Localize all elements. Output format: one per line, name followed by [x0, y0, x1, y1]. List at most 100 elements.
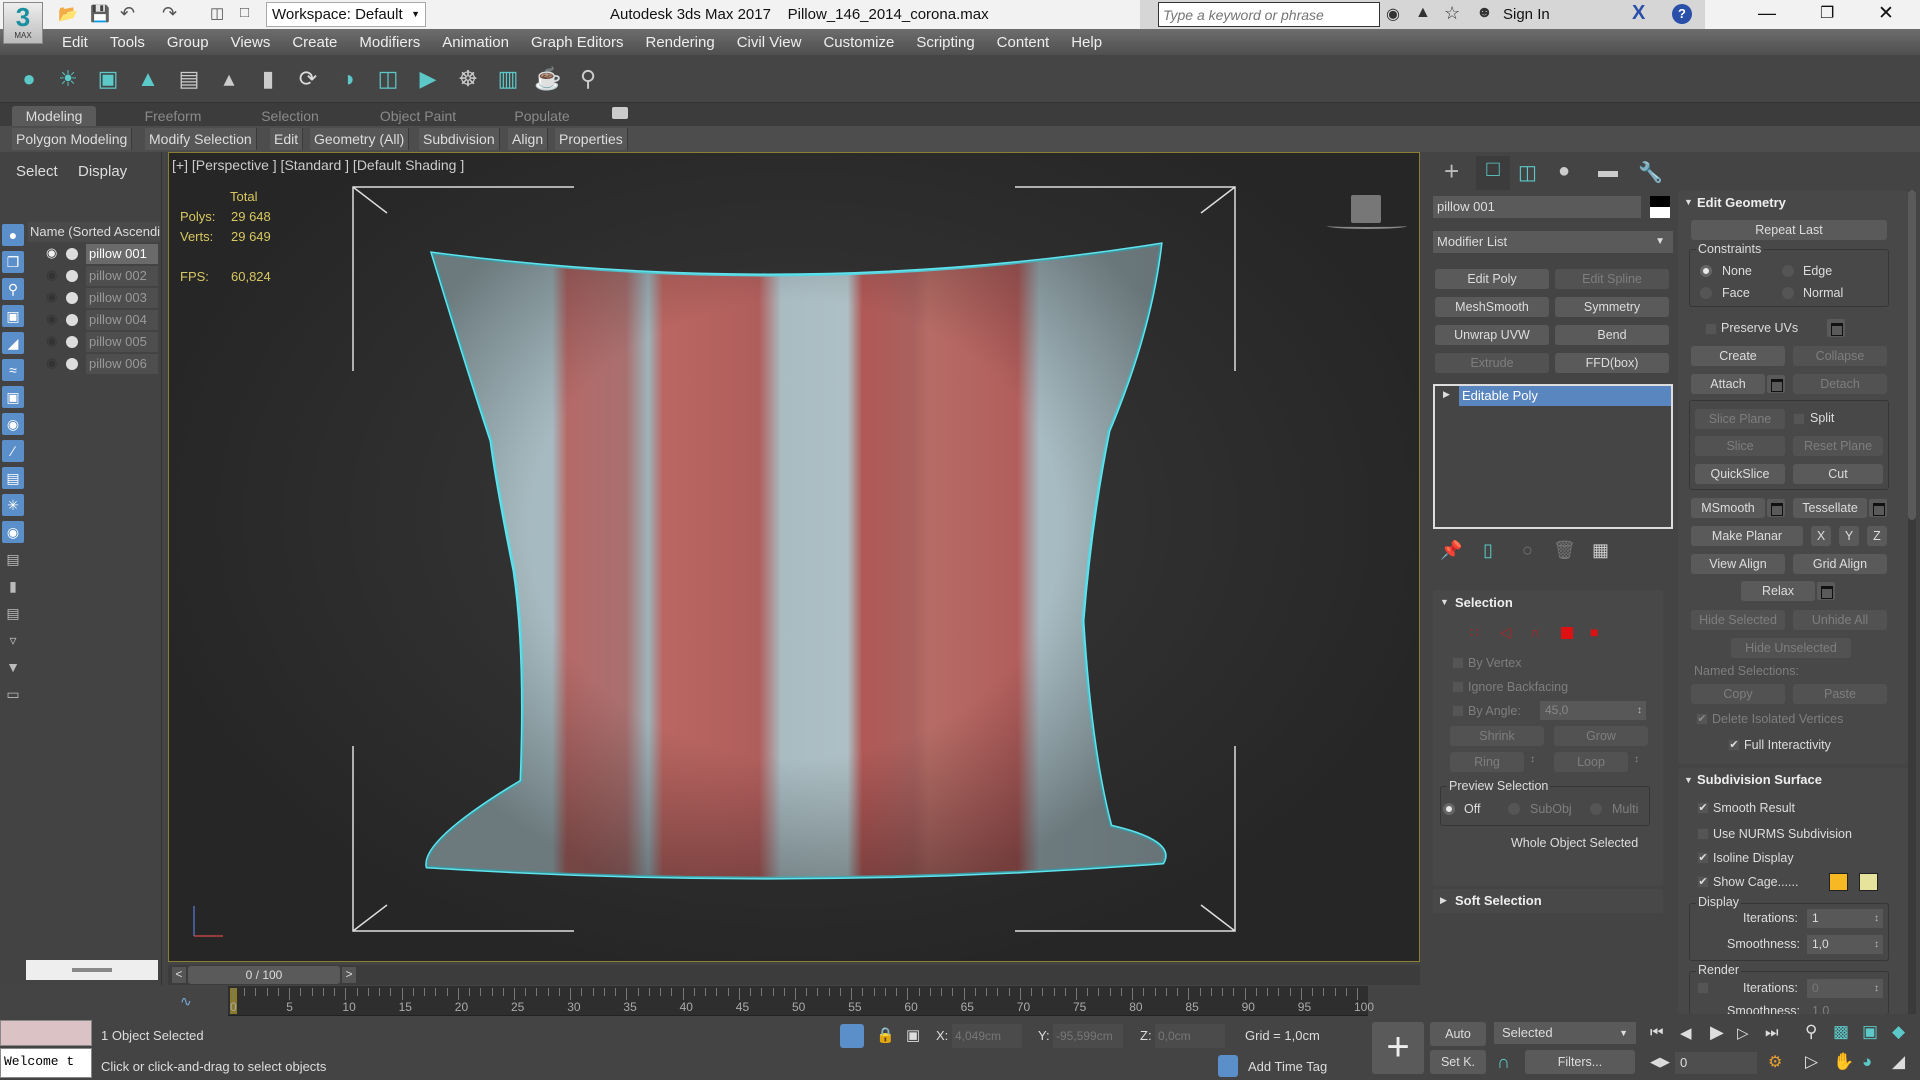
hide-selected-button[interactable]: Hide Selected	[1691, 610, 1785, 630]
bones-filter-icon[interactable]: ∕	[2, 440, 24, 462]
layer-icon[interactable]: ▤	[2, 548, 24, 570]
menu-edit[interactable]: Edit	[62, 34, 88, 51]
slice-plane-button[interactable]: Slice Plane	[1695, 409, 1785, 429]
stack-item-editable-poly[interactable]: Editable Poly	[1459, 386, 1671, 406]
workspace-dropdown[interactable]: Workspace: Default ▼	[266, 2, 426, 27]
command-panel-scrollbar[interactable]	[1908, 190, 1916, 1014]
ribbon-align[interactable]: Align	[508, 128, 549, 150]
current-frame-field[interactable]: 0	[1675, 1052, 1757, 1074]
bulb-icon[interactable]: ⚲	[574, 65, 602, 93]
modifier-ffd-box-button[interactable]: FFD(box)	[1555, 353, 1669, 373]
polygon-icon[interactable]	[1561, 627, 1573, 639]
explorer-menu-display[interactable]: Display	[78, 163, 127, 180]
make-unique-icon[interactable]: ○	[1522, 540, 1533, 561]
restore-button[interactable]: ❐	[1820, 3, 1834, 23]
constraint-edge-radio[interactable]	[1782, 265, 1794, 277]
loop-button[interactable]: Loop	[1554, 752, 1628, 772]
use-nurms-checkbox[interactable]	[1697, 828, 1709, 840]
teapot-icon[interactable]: ☕	[534, 65, 562, 93]
constraint-face-radio[interactable]	[1700, 287, 1712, 299]
funnel-icon[interactable]: ▼	[2, 656, 24, 678]
edit-geometry-title[interactable]: Edit Geometry	[1697, 195, 1786, 210]
menu-civil-view[interactable]: Civil View	[737, 34, 802, 51]
modifier-symmetry-button[interactable]: Symmetry	[1555, 297, 1669, 317]
object-name[interactable]: pillow 003	[86, 288, 158, 308]
maxscript-listener[interactable]	[0, 1020, 92, 1046]
eye-hidden-icon[interactable]: ◉	[46, 289, 57, 305]
tree-icon[interactable]: ▴	[215, 65, 243, 93]
modifier-bend-button[interactable]: Bend	[1555, 325, 1669, 345]
by-vertex-checkbox[interactable]	[1452, 657, 1464, 669]
explorer-column-header[interactable]: Name (Sorted Ascendi	[28, 222, 160, 242]
ring-spinner-icon[interactable]: ↕	[1530, 754, 1535, 765]
explorer-row[interactable]: ◉ pillow 005	[28, 332, 158, 352]
zoom-extents-all-icon[interactable]: ◆	[1892, 1022, 1905, 1042]
expand-arrow-icon[interactable]: ▶	[1443, 389, 1450, 400]
x-coordinate[interactable]: 4,049cm	[952, 1024, 1022, 1048]
set-key-button[interactable]: Set K.	[1430, 1050, 1486, 1074]
absolute-mode-icon[interactable]: ▣	[906, 1026, 920, 1044]
preserve-uvs-settings-icon[interactable]	[1827, 319, 1845, 337]
play-icon[interactable]: ▶	[1710, 1022, 1724, 1043]
search-input[interactable]	[1158, 2, 1380, 27]
field-of-view-icon[interactable]: ▷	[1805, 1052, 1818, 1072]
preview-subobj-radio[interactable]	[1508, 803, 1520, 815]
light-icon[interactable]: ●	[15, 65, 43, 93]
filters-button[interactable]: Filters...	[1525, 1050, 1635, 1074]
shapes-filter-icon[interactable]: ❐	[2, 251, 24, 273]
save-icon[interactable]: 💾	[90, 4, 110, 24]
object-name[interactable]: pillow 002	[86, 266, 158, 286]
app-logo-button[interactable]: 3 MAX	[3, 2, 43, 44]
go-to-end-icon[interactable]: ⏭	[1765, 1024, 1779, 1041]
relax-settings-icon[interactable]	[1817, 582, 1835, 600]
helpers-filter-icon[interactable]: ◢	[2, 332, 24, 354]
containers-filter-icon[interactable]: ▤	[2, 467, 24, 489]
remove-modifier-icon[interactable]: 🗑	[1553, 540, 1576, 561]
menu-scripting[interactable]: Scripting	[916, 34, 974, 51]
hide-unselected-button[interactable]: Hide Unselected	[1731, 638, 1851, 658]
constraint-none-radio[interactable]	[1700, 265, 1712, 277]
explorer-row[interactable]: ◉ pillow 004	[28, 310, 158, 330]
groups-filter-icon[interactable]: ▣	[2, 386, 24, 408]
project-icon[interactable]: ◫	[210, 4, 224, 22]
shrink-button[interactable]: Shrink	[1450, 726, 1544, 746]
tab-object-paint[interactable]: Object Paint	[370, 106, 466, 126]
next-frame-icon[interactable]: ▷	[1737, 1024, 1749, 1042]
tab-freeform[interactable]: Freeform	[128, 106, 218, 126]
detach-button[interactable]: Detach	[1793, 374, 1887, 394]
particles-filter-icon[interactable]: ✳	[2, 494, 24, 516]
object-color-swatch[interactable]	[1650, 196, 1670, 218]
new-icon[interactable]: □	[240, 4, 249, 21]
iterations-spinner[interactable]: 1	[1807, 909, 1883, 928]
satellite-icon[interactable]: ▲	[1415, 4, 1431, 22]
exchange-icon[interactable]: X	[1632, 2, 1645, 25]
angle-spinner[interactable]: 45,0	[1540, 701, 1646, 720]
object-name[interactable]: pillow 006	[86, 354, 158, 374]
explorer-menu-select[interactable]: Select	[16, 163, 58, 180]
render-frame-icon[interactable]: ▶	[414, 65, 442, 93]
page-icon[interactable]: ▮	[2, 575, 24, 597]
zoom-extents-icon[interactable]: ▣	[1862, 1022, 1878, 1042]
create-button[interactable]: Create	[1691, 346, 1785, 366]
eye-hidden-icon[interactable]: ◉	[46, 333, 57, 349]
tessellate-button[interactable]: Tessellate	[1793, 498, 1867, 518]
eye-hidden-icon[interactable]: ◉	[46, 311, 57, 327]
list-icon[interactable]: ▤	[2, 602, 24, 624]
minimize-button[interactable]: —	[1758, 3, 1776, 24]
collapse-arrow-icon[interactable]: ▼	[1440, 597, 1449, 607]
hidden-filter-icon[interactable]: ◉	[2, 521, 24, 543]
sign-in-link[interactable]: Sign In	[1503, 6, 1550, 23]
eye-hidden-icon[interactable]: ◉	[46, 355, 57, 371]
cage-color-swatch[interactable]	[1829, 873, 1848, 891]
smooth-result-checkbox[interactable]: ✔	[1697, 802, 1709, 814]
cameras-filter-icon[interactable]: ▣	[2, 305, 24, 327]
redo-icon[interactable]: ↷	[162, 3, 177, 24]
star-icon[interactable]: ☆	[1444, 3, 1460, 24]
explorer-row[interactable]: ◉ pillow 003	[28, 288, 158, 308]
tessellate-settings-icon[interactable]	[1869, 499, 1887, 517]
planar-z-button[interactable]: Z	[1867, 526, 1887, 546]
object-name[interactable]: pillow 005	[86, 332, 158, 352]
xrefs-filter-icon[interactable]: ◉	[2, 413, 24, 435]
menu-views[interactable]: Views	[231, 34, 271, 51]
preserve-uvs-checkbox[interactable]	[1705, 323, 1717, 335]
